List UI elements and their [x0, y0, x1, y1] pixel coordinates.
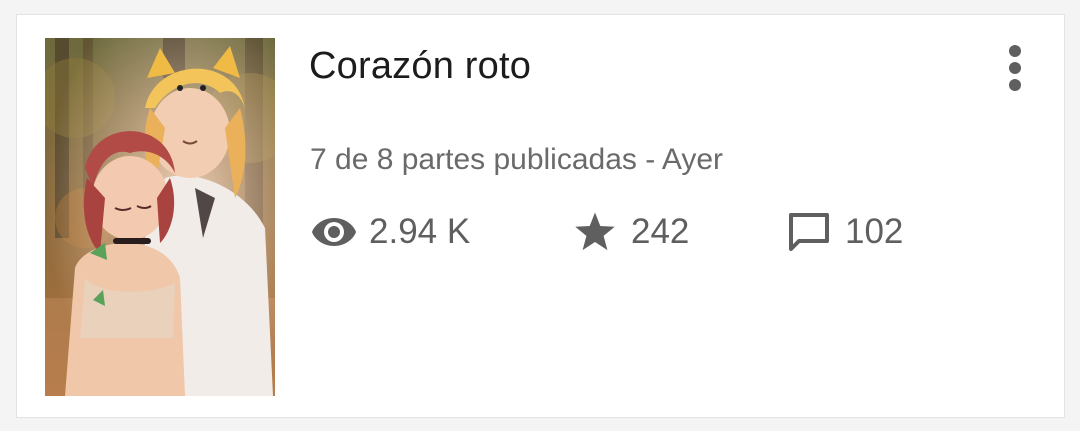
eye-icon: [311, 210, 359, 254]
more-options-button[interactable]: [997, 35, 1033, 105]
story-publish-info: 7 de 8 partes publicadas - Ayer: [310, 143, 724, 176]
comments-count: 102: [845, 212, 904, 251]
reads-count: 2.94 K: [369, 212, 471, 251]
reads-stat: 2.94 K: [311, 210, 470, 254]
story-card[interactable]: Corazón roto 7 de 8 partes publicadas - …: [16, 14, 1065, 418]
votes-count: 242: [631, 212, 690, 251]
more-vertical-icon: [1008, 44, 1022, 97]
comment-icon: [787, 210, 835, 254]
comments-stat: 102: [787, 210, 903, 254]
story-cover-image[interactable]: [45, 38, 275, 396]
cover-artwork: [45, 38, 275, 396]
star-icon: [573, 210, 621, 254]
story-stats: 2.94 K 242 102: [311, 210, 951, 254]
story-title[interactable]: Corazón roto: [309, 45, 531, 88]
votes-stat: 242: [573, 210, 689, 254]
